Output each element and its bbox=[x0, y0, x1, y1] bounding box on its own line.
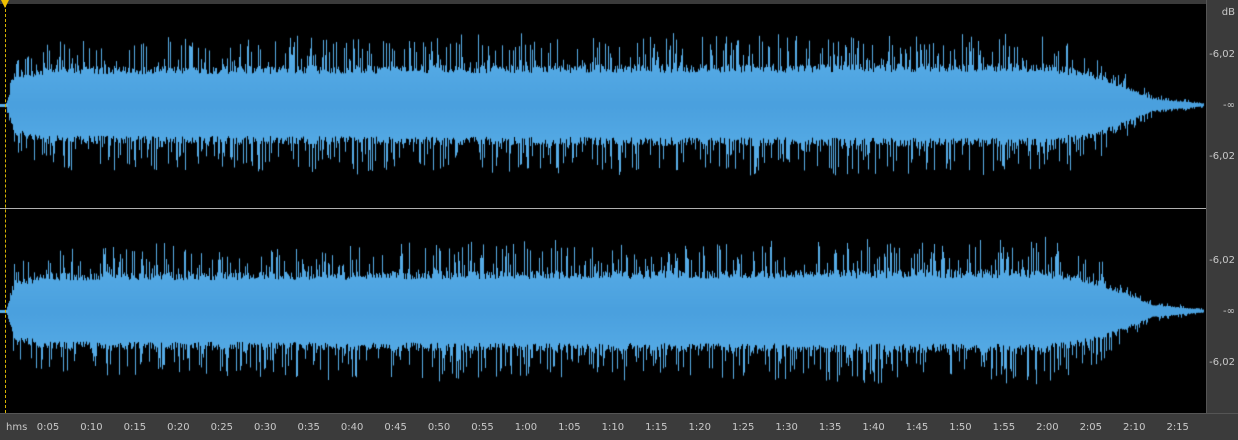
amplitude-ruler: dB -6,02 -∞ -6,02 -6,02 -∞ -6,02 bbox=[1206, 0, 1238, 413]
time-tick-label: 2:00 bbox=[1036, 422, 1059, 433]
time-tick-label: 1:25 bbox=[731, 422, 755, 433]
time-tick-label: 0:05 bbox=[36, 422, 60, 433]
ch2-lower-label: -6,02 bbox=[1209, 357, 1235, 368]
time-tick-label: 0:45 bbox=[384, 422, 407, 433]
time-tick-label: 0:20 bbox=[167, 422, 190, 433]
time-tick-label: 0:40 bbox=[340, 422, 364, 433]
time-tick-label: 0:15 bbox=[123, 422, 147, 433]
time-tick-label: 1:40 bbox=[862, 422, 885, 433]
time-tick-label: 1:55 bbox=[992, 422, 1016, 433]
ch2-upper-label: -6,02 bbox=[1209, 255, 1235, 266]
time-tick-label: 2:10 bbox=[1123, 422, 1146, 433]
time-tick-label: 1:20 bbox=[688, 422, 711, 433]
time-tick-label: 0:35 bbox=[297, 422, 320, 433]
ch1-lower-label: -6,02 bbox=[1209, 151, 1235, 162]
ch2-center-label: -∞ bbox=[1223, 306, 1235, 317]
time-tick-label: 1:05 bbox=[558, 422, 581, 433]
ch1-upper-label: -6,02 bbox=[1209, 49, 1235, 60]
waveform-display[interactable] bbox=[0, 0, 1206, 413]
db-unit-label: dB bbox=[1221, 7, 1235, 18]
time-tick-label: 2:05 bbox=[1079, 422, 1103, 433]
time-tick-label: 1:35 bbox=[818, 422, 842, 433]
time-tick-label: 1:15 bbox=[645, 422, 668, 433]
time-tick-label: 0:10 bbox=[80, 422, 103, 433]
time-tick-label: 0:50 bbox=[427, 422, 451, 433]
channel-divider bbox=[0, 208, 1206, 209]
time-unit-label: hms bbox=[6, 422, 28, 433]
playhead-line[interactable] bbox=[5, 4, 6, 413]
time-tick-label: 1:10 bbox=[601, 422, 625, 433]
time-tick-label: 0:25 bbox=[210, 422, 234, 433]
time-tick-label: 2:15 bbox=[1166, 422, 1189, 433]
playhead-marker-icon[interactable] bbox=[1, 0, 9, 8]
ch1-center-label: -∞ bbox=[1223, 100, 1235, 111]
time-ruler[interactable]: hms 0:05 0:10 0:15 0:20 0:25 0:30 0:35 0:40 0:45… bbox=[0, 413, 1238, 440]
waveform-canvas[interactable] bbox=[0, 0, 1206, 413]
time-tick-label: 1:45 bbox=[905, 422, 929, 433]
time-tick-label: 1:00 bbox=[514, 422, 538, 433]
time-tick-label: 1:50 bbox=[949, 422, 972, 433]
time-tick-label: 0:55 bbox=[471, 422, 494, 433]
top-border bbox=[0, 0, 1238, 4]
time-tick-label: 0:30 bbox=[254, 422, 277, 433]
time-tick-label: 1:30 bbox=[775, 422, 798, 433]
